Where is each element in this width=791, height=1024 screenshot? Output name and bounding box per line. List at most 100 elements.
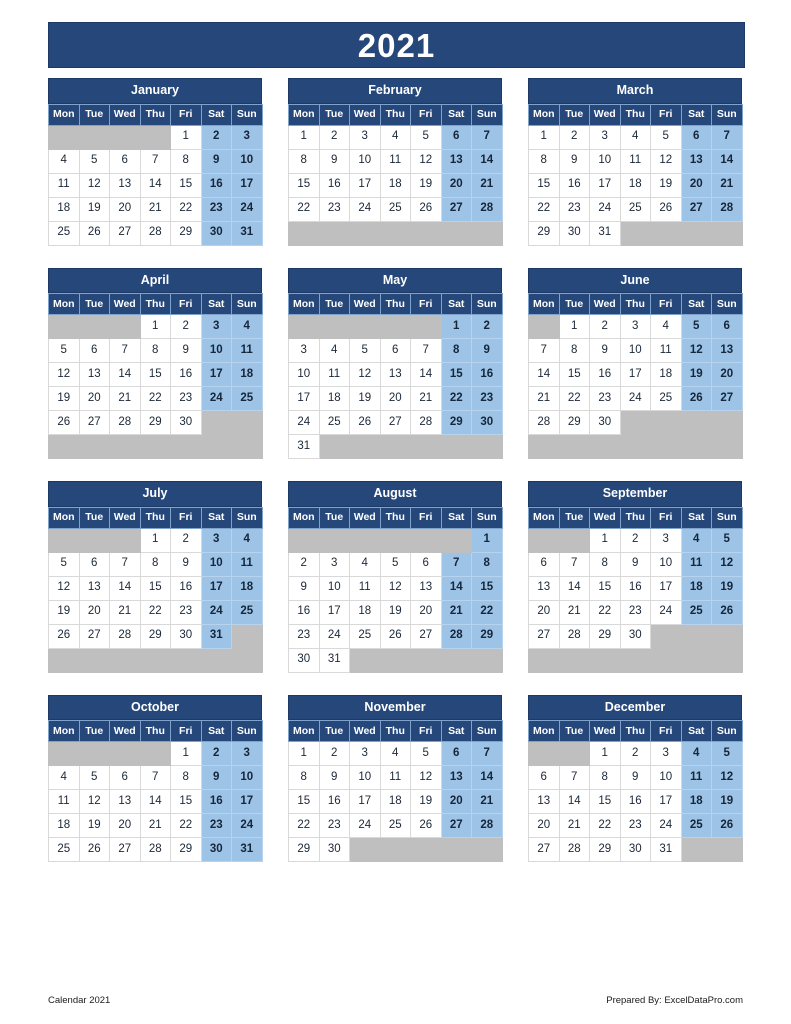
- day-cell[interactable]: 10: [349, 148, 381, 174]
- day-cell[interactable]: 18: [48, 813, 80, 838]
- day-cell[interactable]: 20: [78, 386, 110, 411]
- weekend-day-cell[interactable]: 8: [440, 338, 472, 363]
- day-cell[interactable]: 24: [288, 410, 320, 435]
- day-cell[interactable]: 7: [139, 148, 171, 174]
- weekend-day-cell[interactable]: 21: [440, 599, 472, 625]
- day-cell[interactable]: 31: [318, 647, 350, 673]
- weekend-day-cell[interactable]: 17: [200, 362, 232, 387]
- day-cell[interactable]: 28: [109, 623, 141, 649]
- day-cell[interactable]: 9: [318, 765, 350, 790]
- day-cell[interactable]: 22: [288, 813, 320, 838]
- day-cell[interactable]: 21: [109, 599, 141, 625]
- day-cell[interactable]: 21: [528, 386, 560, 411]
- day-cell[interactable]: 14: [109, 362, 141, 387]
- weekend-day-cell[interactable]: 13: [440, 765, 472, 790]
- day-cell[interactable]: 29: [139, 623, 171, 649]
- day-cell[interactable]: 25: [48, 837, 80, 862]
- day-cell[interactable]: 17: [349, 789, 381, 814]
- weekend-day-cell[interactable]: 9: [200, 148, 232, 174]
- weekend-day-cell[interactable]: 26: [711, 813, 743, 838]
- day-cell[interactable]: 15: [170, 172, 202, 198]
- day-cell[interactable]: 14: [109, 575, 141, 601]
- day-cell[interactable]: 15: [589, 789, 621, 814]
- weekend-day-cell[interactable]: 23: [200, 196, 232, 222]
- day-cell[interactable]: 11: [48, 789, 80, 814]
- day-cell[interactable]: 6: [78, 338, 110, 363]
- day-cell[interactable]: 20: [410, 599, 442, 625]
- day-cell[interactable]: 16: [619, 789, 651, 814]
- day-cell[interactable]: 13: [78, 575, 110, 601]
- day-cell[interactable]: 8: [139, 551, 171, 577]
- day-cell[interactable]: 1: [139, 314, 171, 339]
- day-cell[interactable]: 11: [48, 172, 80, 198]
- weekend-day-cell[interactable]: 24: [231, 813, 263, 838]
- day-cell[interactable]: 9: [288, 575, 320, 601]
- day-cell[interactable]: 25: [650, 386, 682, 411]
- weekend-day-cell[interactable]: 28: [440, 623, 472, 649]
- day-cell[interactable]: 28: [139, 220, 171, 246]
- weekend-day-cell[interactable]: 17: [231, 172, 263, 198]
- weekend-day-cell[interactable]: 17: [231, 789, 263, 814]
- day-cell[interactable]: 10: [619, 338, 651, 363]
- day-cell[interactable]: 4: [379, 124, 411, 150]
- day-cell[interactable]: 28: [410, 410, 442, 435]
- day-cell[interactable]: 6: [109, 765, 141, 790]
- weekend-day-cell[interactable]: 13: [680, 148, 712, 174]
- day-cell[interactable]: 26: [349, 410, 381, 435]
- day-cell[interactable]: 9: [170, 551, 202, 577]
- weekend-day-cell[interactable]: 29: [471, 623, 503, 649]
- weekend-day-cell[interactable]: 26: [711, 599, 743, 625]
- day-cell[interactable]: 6: [379, 338, 411, 363]
- day-cell[interactable]: 2: [170, 527, 202, 553]
- day-cell[interactable]: 13: [109, 789, 141, 814]
- weekend-day-cell[interactable]: 4: [231, 314, 263, 339]
- day-cell[interactable]: 11: [379, 148, 411, 174]
- day-cell[interactable]: 4: [619, 124, 651, 150]
- day-cell[interactable]: 23: [170, 386, 202, 411]
- day-cell[interactable]: 30: [619, 837, 651, 862]
- day-cell[interactable]: 15: [589, 575, 621, 601]
- day-cell[interactable]: 5: [48, 338, 80, 363]
- weekend-day-cell[interactable]: 7: [471, 124, 503, 150]
- weekend-day-cell[interactable]: 3: [231, 124, 263, 150]
- day-cell[interactable]: 1: [139, 527, 171, 553]
- day-cell[interactable]: 19: [410, 789, 442, 814]
- day-cell[interactable]: 24: [650, 813, 682, 838]
- day-cell[interactable]: 7: [558, 765, 590, 790]
- weekend-day-cell[interactable]: 10: [200, 338, 232, 363]
- weekend-day-cell[interactable]: 21: [711, 172, 743, 198]
- day-cell[interactable]: 27: [78, 623, 110, 649]
- weekend-day-cell[interactable]: 31: [231, 220, 263, 246]
- day-cell[interactable]: 23: [589, 386, 621, 411]
- day-cell[interactable]: 20: [528, 599, 560, 625]
- weekend-day-cell[interactable]: 2: [471, 314, 503, 339]
- weekend-day-cell[interactable]: 7: [711, 124, 743, 150]
- day-cell[interactable]: 16: [589, 362, 621, 387]
- day-cell[interactable]: 23: [288, 623, 320, 649]
- day-cell[interactable]: 8: [589, 765, 621, 790]
- day-cell[interactable]: 30: [170, 623, 202, 649]
- day-cell[interactable]: 7: [139, 765, 171, 790]
- weekend-day-cell[interactable]: 25: [680, 813, 712, 838]
- weekend-day-cell[interactable]: 6: [440, 124, 472, 150]
- day-cell[interactable]: 3: [650, 741, 682, 766]
- day-cell[interactable]: 3: [288, 338, 320, 363]
- day-cell[interactable]: 13: [379, 362, 411, 387]
- day-cell[interactable]: 10: [318, 575, 350, 601]
- day-cell[interactable]: 6: [410, 551, 442, 577]
- day-cell[interactable]: 25: [48, 220, 80, 246]
- day-cell[interactable]: 2: [170, 314, 202, 339]
- day-cell[interactable]: 11: [619, 148, 651, 174]
- day-cell[interactable]: 7: [528, 338, 560, 363]
- day-cell[interactable]: 1: [170, 741, 202, 766]
- day-cell[interactable]: 25: [379, 813, 411, 838]
- day-cell[interactable]: 11: [379, 765, 411, 790]
- weekend-day-cell[interactable]: 2: [200, 741, 232, 766]
- day-cell[interactable]: 31: [589, 220, 621, 246]
- day-cell[interactable]: 24: [349, 196, 381, 222]
- day-cell[interactable]: 4: [650, 314, 682, 339]
- day-cell[interactable]: 17: [650, 575, 682, 601]
- weekend-day-cell[interactable]: 14: [711, 148, 743, 174]
- day-cell[interactable]: 30: [619, 623, 651, 649]
- day-cell[interactable]: 25: [379, 196, 411, 222]
